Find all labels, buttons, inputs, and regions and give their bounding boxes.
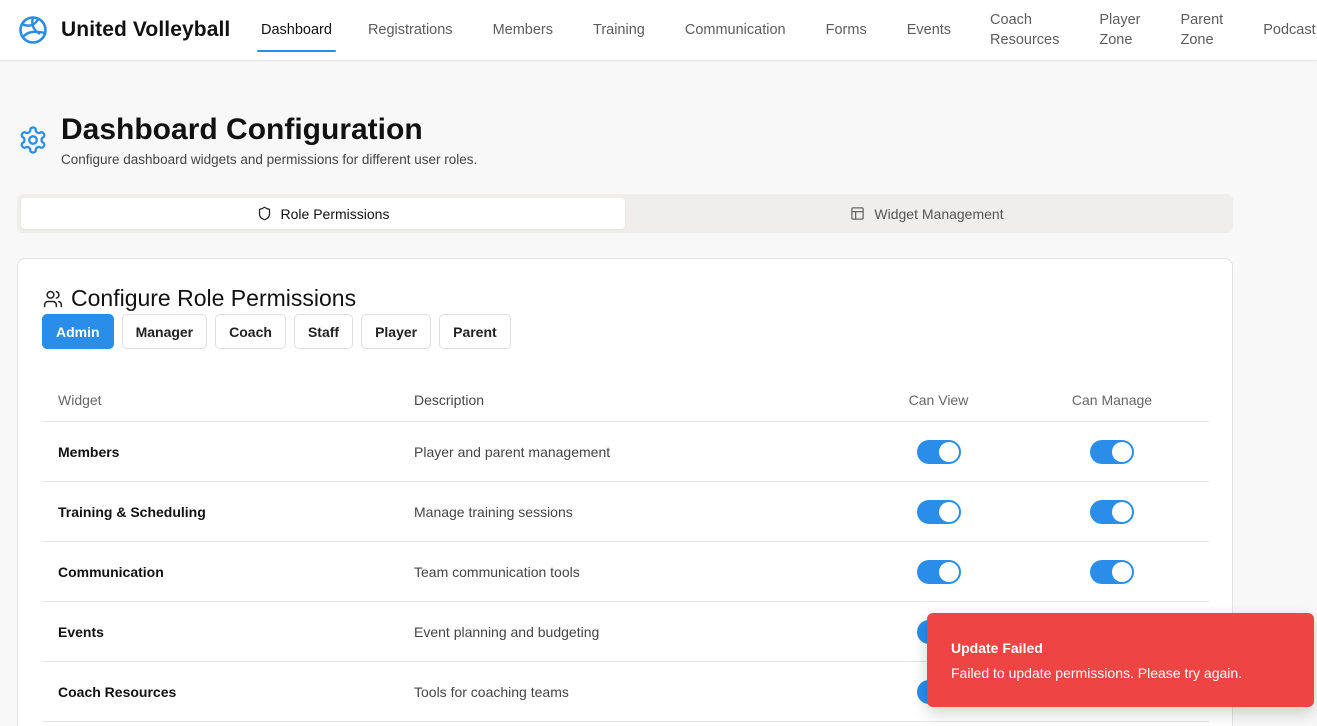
nav-communication[interactable]: Communication xyxy=(685,0,786,61)
toast-title: Update Failed xyxy=(951,640,1043,656)
column-header-can-manage: Can Manage xyxy=(1071,392,1153,408)
widget-description: Event planning and budgeting xyxy=(414,623,600,640)
can-manage-toggle[interactable] xyxy=(1090,499,1134,524)
column-header-description: Description xyxy=(414,392,485,408)
column-header-widget: Widget xyxy=(58,392,102,408)
tab-label: Widget Management xyxy=(874,205,1004,222)
nav-coach-resources[interactable]: Coach Resources xyxy=(990,0,1059,61)
nav-members[interactable]: Members xyxy=(493,0,553,61)
role-selector: Admin Manager Coach Staff Player Parent xyxy=(42,314,519,349)
tab-widget-management[interactable]: Widget Management xyxy=(625,198,1229,229)
role-coach-button[interactable]: Coach xyxy=(215,314,286,349)
can-view-toggle[interactable] xyxy=(916,499,961,524)
toast-message: Failed to update permissions. Please try… xyxy=(951,665,1243,681)
page-title: Dashboard Configuration xyxy=(61,113,423,146)
nav-dashboard[interactable]: Dashboard xyxy=(257,0,336,61)
volleyball-icon xyxy=(19,16,47,44)
users-icon xyxy=(43,290,63,307)
card-title-text: Configure Role Permissions xyxy=(71,285,357,311)
table-header: Widget Description Can View Can Manage xyxy=(42,379,1209,422)
can-view-toggle[interactable] xyxy=(916,559,961,584)
widget-name: Members xyxy=(58,443,120,460)
nav-parent-zone[interactable]: Parent Zone xyxy=(1180,0,1223,61)
widget-description: Tools for coaching teams xyxy=(414,683,569,700)
nav-training[interactable]: Training xyxy=(593,0,645,61)
nav-podcast[interactable]: Podcast xyxy=(1263,0,1315,61)
shield-icon xyxy=(258,206,270,221)
widget-description: Player and parent management xyxy=(414,443,611,460)
widget-name: Events xyxy=(58,623,104,640)
nav-registrations[interactable]: Registrations xyxy=(368,0,453,61)
role-admin-button[interactable]: Admin xyxy=(42,314,114,349)
gear-icon xyxy=(20,126,46,154)
widget-name: Coach Resources xyxy=(58,683,177,700)
brand-name: United Volleyball xyxy=(61,18,231,41)
error-toast[interactable]: Update Failed Failed to update permissio… xyxy=(927,613,1314,707)
widget-name: Training & Scheduling xyxy=(58,503,206,520)
tab-label: Role Permissions xyxy=(280,205,390,222)
card-title: Configure Role Permissions xyxy=(43,285,356,312)
widget-description: Manage training sessions xyxy=(414,503,573,520)
can-view-toggle[interactable] xyxy=(916,439,961,464)
page-header: Dashboard Configuration Configure dashbo… xyxy=(18,112,477,167)
page-subtitle: Configure dashboard widgets and permissi… xyxy=(61,152,478,167)
can-manage-toggle[interactable] xyxy=(1090,559,1134,584)
role-player-button[interactable]: Player xyxy=(361,314,432,349)
nav-player-zone[interactable]: Player Zone xyxy=(1099,0,1140,61)
layout-icon xyxy=(851,207,865,220)
table-row: Communication Team communication tools xyxy=(42,542,1209,602)
nav-forms[interactable]: Forms xyxy=(826,0,867,61)
widget-description: Team communication tools xyxy=(414,563,580,580)
table-row: Training & Scheduling Manage training se… xyxy=(42,482,1209,542)
can-manage-toggle[interactable] xyxy=(1090,439,1134,464)
widget-name: Communication xyxy=(58,563,164,580)
brand[interactable]: United Volleyball xyxy=(18,15,261,45)
main-nav: Dashboard Registrations Members Training… xyxy=(257,0,1316,61)
top-navbar: United Volleyball Dashboard Registration… xyxy=(0,0,1317,61)
tab-bar: Role Permissions Widget Management xyxy=(17,194,1233,233)
role-manager-button[interactable]: Manager xyxy=(121,314,208,349)
tab-role-permissions[interactable]: Role Permissions xyxy=(21,198,625,229)
table-row: Members Player and parent management xyxy=(42,422,1209,482)
role-staff-button[interactable]: Staff xyxy=(293,314,354,349)
column-header-can-view: Can View xyxy=(908,392,969,408)
role-parent-button[interactable]: Parent xyxy=(439,314,511,349)
nav-events[interactable]: Events xyxy=(907,0,951,61)
